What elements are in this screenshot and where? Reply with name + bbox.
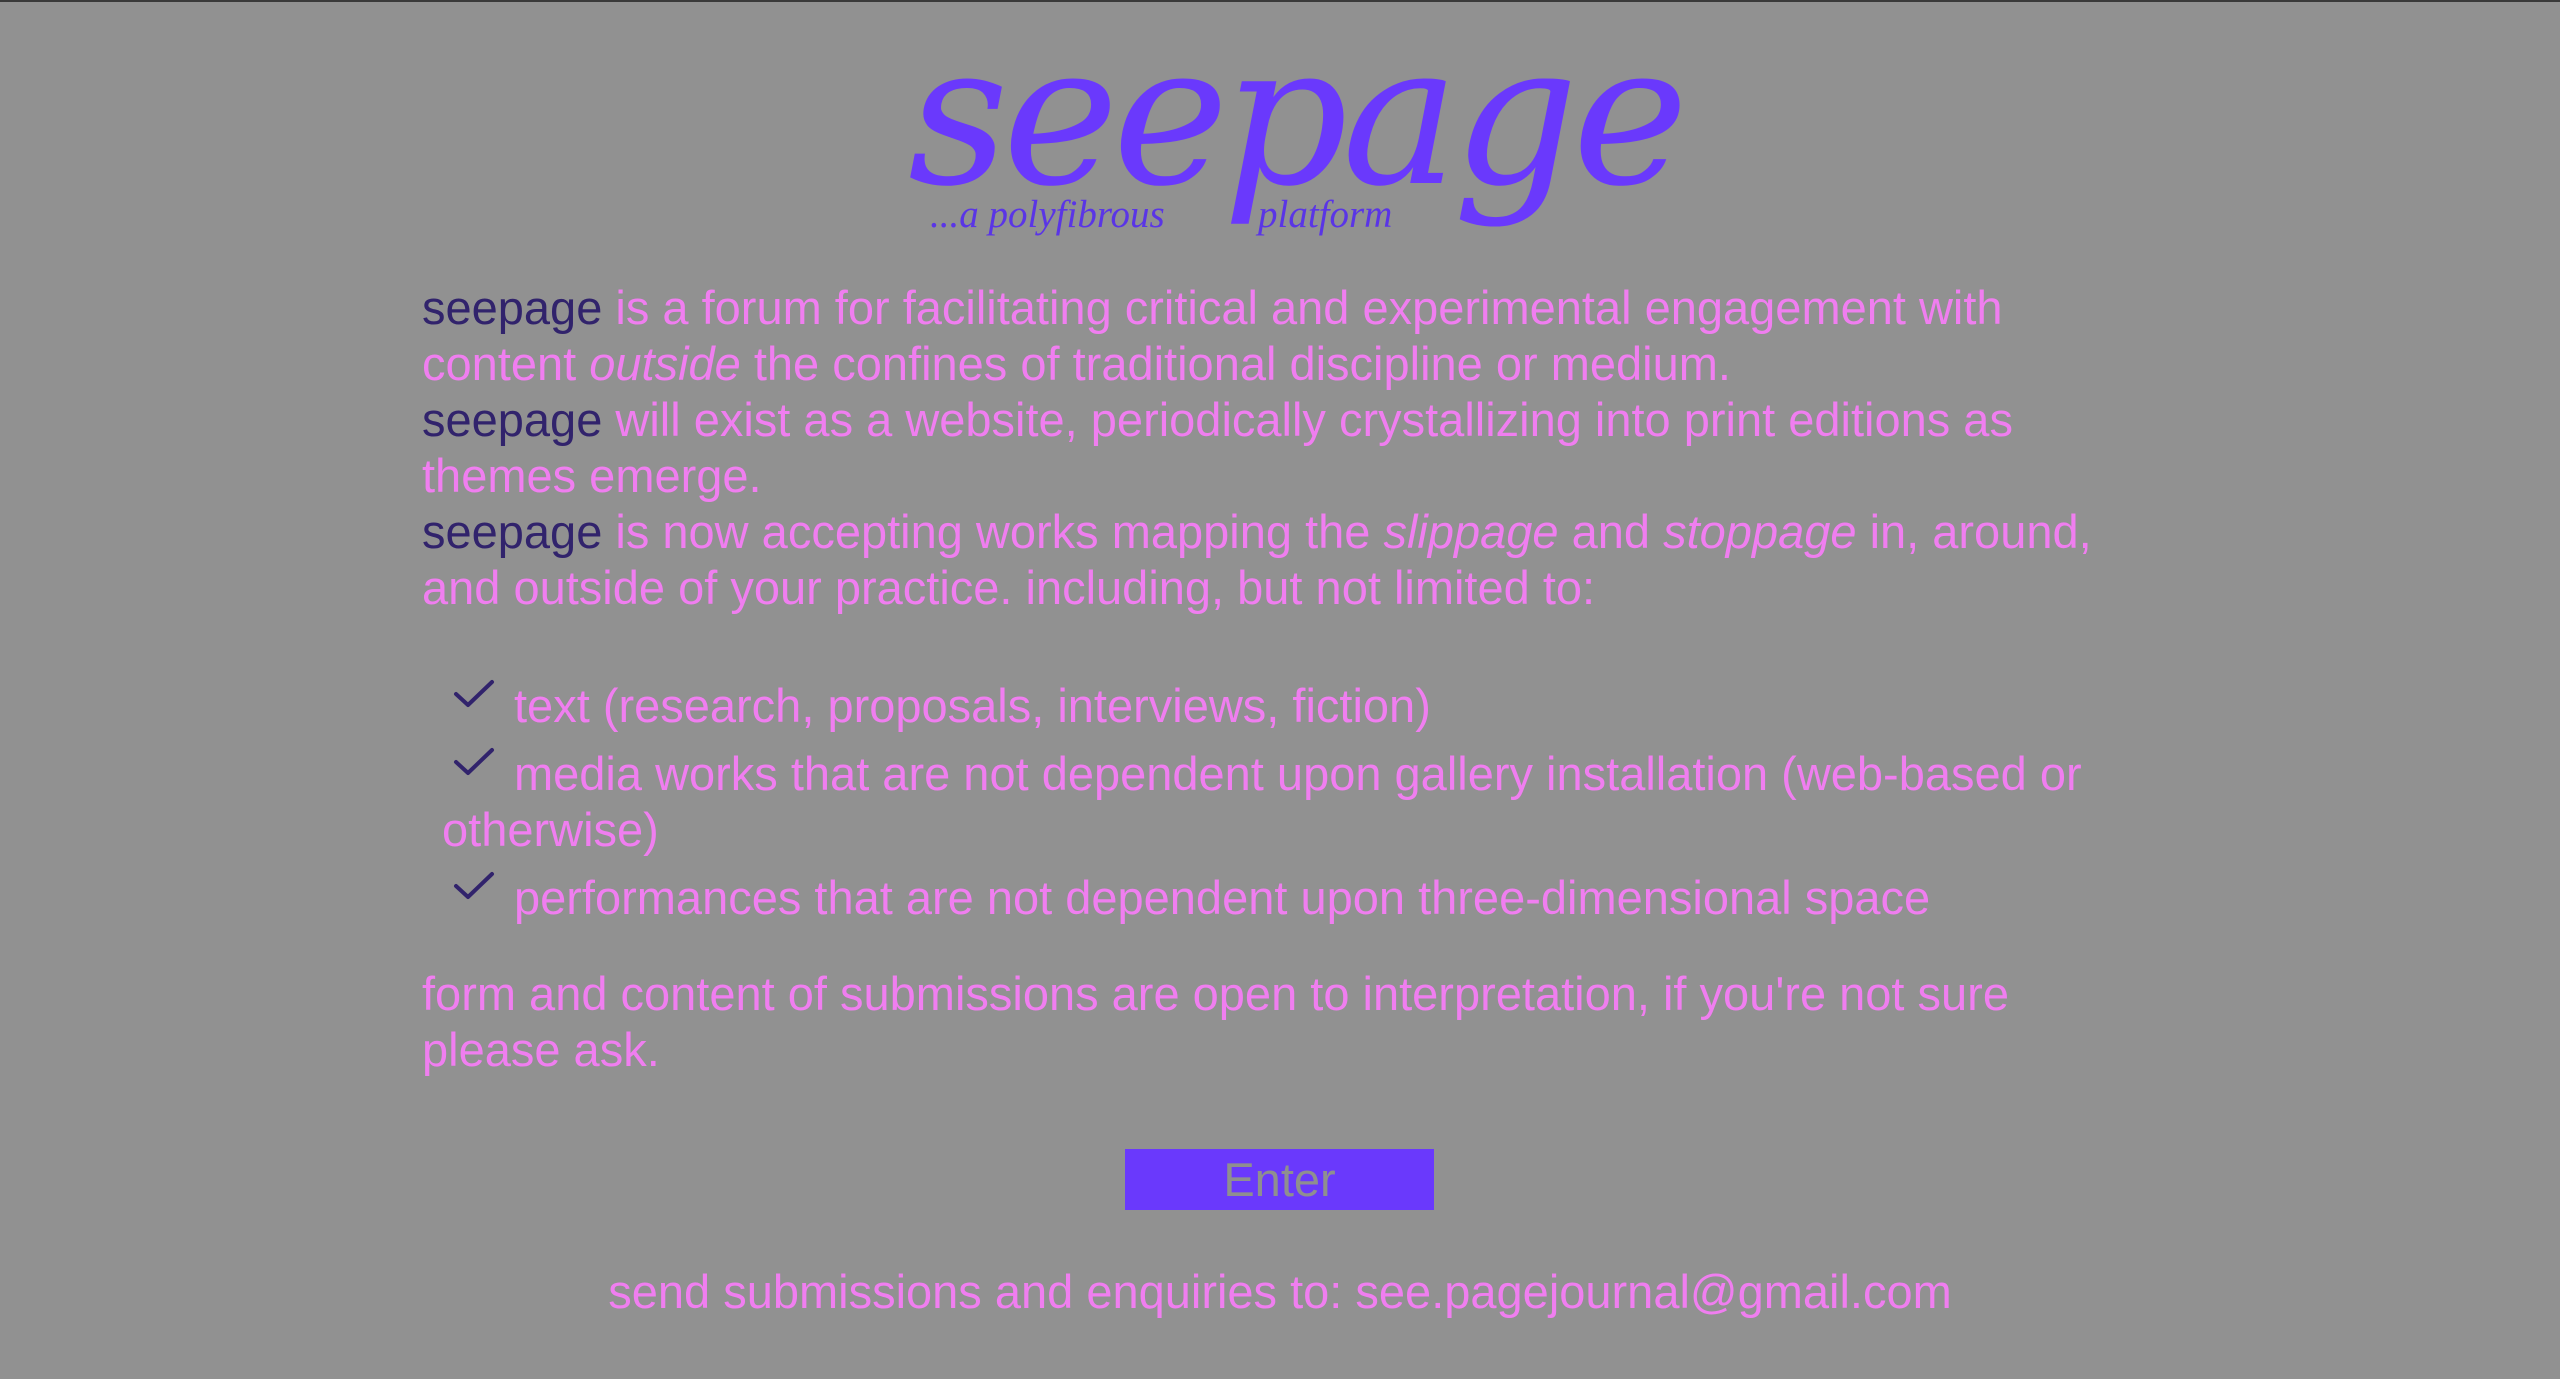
intro-content: seepage is a forum for facilitating crit…: [422, 280, 2142, 1078]
checkmark-icon: [450, 674, 498, 714]
list-item-label: text (research, proposals, interviews, f…: [514, 679, 1431, 732]
intro-p3-text-b: and: [1558, 505, 1664, 558]
intro-p3-text-a: is now accepting works mapping the: [602, 505, 1384, 558]
brand-name: seepage: [422, 393, 603, 446]
intro-paragraph-2: seepage will exist as a website, periodi…: [422, 392, 2142, 504]
intro-paragraph-3: seepage is now accepting works mapping t…: [422, 504, 2142, 616]
list-item-label: media works that are not dependent upon …: [442, 747, 2082, 856]
site-logo: seepage ...a polyfibrous platform: [908, 18, 1688, 242]
checkmark-icon: [450, 742, 498, 782]
submission-types-list: text (research, proposals, interviews, f…: [422, 678, 2142, 926]
list-item: performances that are not dependent upon…: [442, 870, 2142, 926]
intro-p3-emphasis-slippage: slippage: [1383, 505, 1559, 558]
brand-name: seepage: [422, 281, 603, 334]
intro-p1-text-b: the confines of traditional discipline o…: [740, 337, 1731, 390]
intro-paragraph-1: seepage is a forum for facilitating crit…: [422, 280, 2142, 392]
list-item: media works that are not dependent upon …: [442, 746, 2142, 858]
logo-tagline-part1: ...a polyfibrous: [930, 193, 1165, 236]
logo-wordmark: seepage: [908, 2, 1688, 230]
list-item-label: performances that are not dependent upon…: [514, 871, 1931, 924]
logo-tagline-part2: platform: [1258, 193, 1393, 236]
brand-name: seepage: [422, 505, 603, 558]
enter-button[interactable]: Enter: [1125, 1149, 1434, 1210]
intro-p1-emphasis: outside: [589, 337, 741, 390]
closing-paragraph: form and content of submissions are open…: [422, 967, 2009, 1076]
list-item: text (research, proposals, interviews, f…: [442, 678, 2142, 734]
intro-p2-text: will exist as a website, periodically cr…: [422, 393, 2013, 502]
intro-p3-emphasis-stoppage: stoppage: [1663, 505, 1857, 558]
checkmark-icon: [450, 866, 498, 906]
footer-contact: send submissions and enquiries to: see.p…: [608, 1265, 1952, 1318]
